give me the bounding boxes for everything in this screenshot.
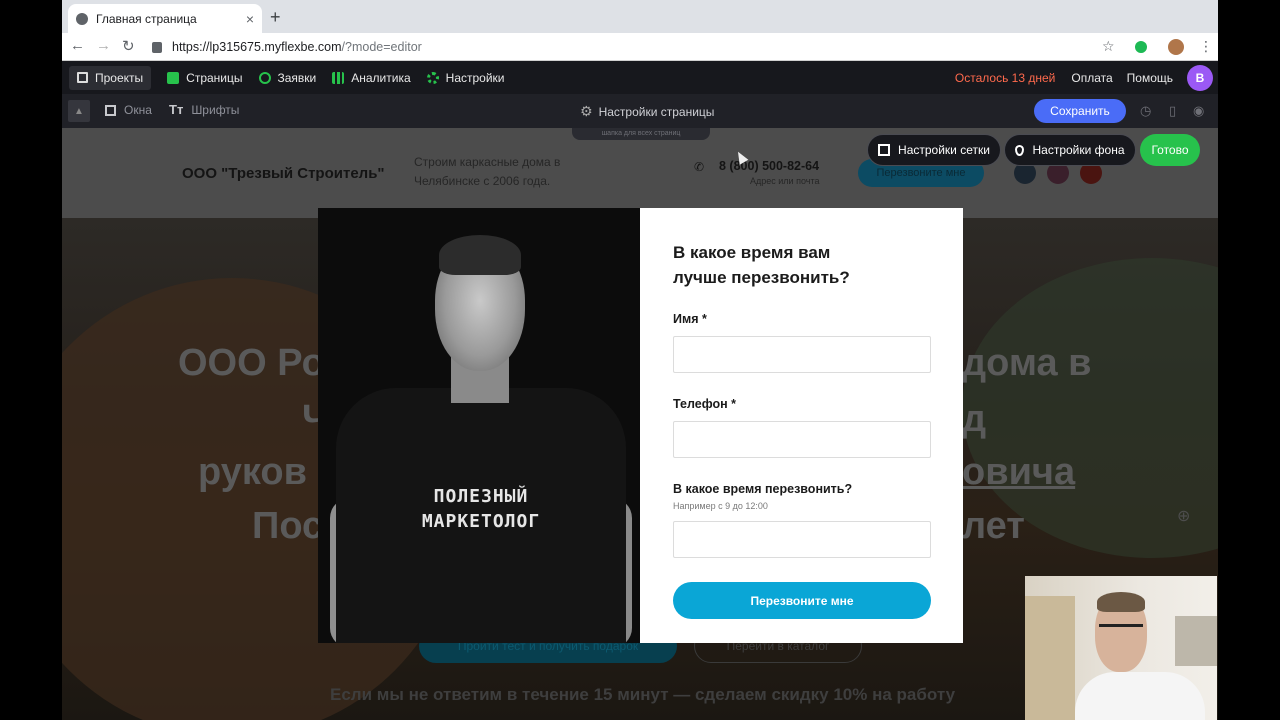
nav-projects-label: Проекты: [95, 70, 144, 85]
grid-settings-label: Настройки сетки: [898, 143, 990, 157]
phone-input[interactable]: [673, 421, 931, 458]
target-icon: [258, 71, 271, 84]
header-phone: 8 (800) 500-82-64: [719, 159, 820, 173]
browser-navbar: ← → ↻ https://lp315675.myflexbe.com /?mo…: [62, 33, 1218, 61]
windows-button[interactable]: Окна: [105, 103, 152, 117]
grid-icon: [878, 144, 891, 156]
extension-icon[interactable]: [1135, 41, 1147, 53]
windows-label: Окна: [124, 103, 152, 117]
hero-title-line4-right: лет: [962, 505, 1025, 547]
bar-chart-icon: [332, 71, 345, 84]
browser-tabstrip: Главная страница × +: [62, 0, 1218, 33]
hero-title-line1-left: ООО Ро: [178, 342, 325, 384]
browser-menu-icon[interactable]: ⋮: [1199, 38, 1213, 55]
gear-icon: [426, 71, 439, 84]
reload-icon[interactable]: ↻: [122, 37, 135, 55]
app-topbar-right: Осталось 13 дней Оплата Помощь В: [955, 61, 1218, 94]
nav-pages[interactable]: Страницы: [167, 70, 243, 85]
trial-remaining[interactable]: Осталось 13 дней: [955, 71, 1055, 85]
header-hint-label: шапка для всех страниц: [572, 128, 710, 140]
user-avatar[interactable]: В: [1187, 64, 1213, 91]
webcam-glasses: [1099, 624, 1143, 634]
back-icon[interactable]: ←: [70, 37, 85, 54]
app-topbar: Проекты Страницы Заявки Аналитика Настро…: [62, 61, 1218, 94]
nav-pages-label: Страницы: [186, 70, 243, 85]
window-icon: [105, 104, 116, 116]
hero-title-line4-left: Пос: [252, 505, 324, 547]
hero-title-line3-left: руков: [198, 451, 307, 493]
callback-modal: ПОЛЕЗНЫЙ МАРКЕТОЛОГ В какое время вам лу…: [318, 208, 963, 643]
photo-hair: [439, 235, 521, 275]
webcam-person-hair: [1097, 592, 1145, 612]
bookmark-star-icon[interactable]: ☆: [1102, 38, 1115, 55]
page-settings-button[interactable]: ⚙ Настройки страницы: [580, 103, 714, 120]
url-host: https://lp315675.myflexbe.com: [172, 40, 342, 54]
fonts-button[interactable]: Tт Шрифты: [169, 102, 239, 117]
shirt-line-1: ПОЛЕЗНЫЙ: [433, 486, 529, 507]
webcam-cabinet: [1025, 596, 1075, 720]
header-address: Адрес или почта: [750, 176, 820, 186]
add-element-plus-icon[interactable]: ⊕: [1177, 506, 1190, 526]
company-tagline: Строим каркасные дома в Челябинске с 200…: [414, 155, 561, 188]
drop-icon: [1015, 144, 1025, 156]
time-hint: Например с 9 до 12:00: [673, 501, 768, 511]
modal-photo: ПОЛЕЗНЫЙ МАРКЕТОЛОГ: [318, 208, 640, 643]
nav-settings-label: Настройки: [445, 70, 505, 85]
browser-tab[interactable]: Главная страница ×: [68, 4, 262, 33]
nav-projects[interactable]: Проекты: [69, 65, 152, 90]
nav-leads-label: Заявки: [277, 70, 317, 85]
payment-link[interactable]: Оплата: [1071, 71, 1112, 85]
company-name: ООО "Трезвый Строитель": [182, 165, 385, 182]
preview-eye-icon[interactable]: ◉: [1193, 103, 1204, 119]
home-icon: [77, 72, 88, 83]
hero-guarantee-text: Если мы не ответим в течение 15 минут — …: [330, 685, 956, 704]
gear-icon: ⚙: [580, 103, 593, 119]
hero-title-line1-right: дома в: [962, 342, 1092, 384]
done-button[interactable]: Готово: [1140, 134, 1200, 166]
mobile-preview-icon[interactable]: ▯: [1169, 103, 1176, 119]
font-icon: Tт: [169, 102, 184, 117]
callback-form: В какое время вам лучше перезвонить? Имя…: [673, 240, 931, 619]
nav-settings[interactable]: Настройки: [426, 70, 505, 85]
profile-avatar[interactable]: [1168, 39, 1184, 55]
new-tab-button[interactable]: +: [270, 7, 281, 28]
nav-analytics[interactable]: Аналитика: [332, 70, 411, 85]
editor-toolbar: ▲ Окна Tт Шрифты ⚙ Настройки страницы Со…: [62, 94, 1218, 128]
address-bar[interactable]: https://lp315675.myflexbe.com /?mode=edi…: [152, 36, 1122, 58]
nav-leads[interactable]: Заявки: [258, 70, 317, 85]
background-settings-label: Настройки фона: [1032, 143, 1125, 157]
page-settings-label: Настройки страницы: [598, 104, 715, 119]
name-input[interactable]: [673, 336, 931, 373]
shirt-line-2: МАРКЕТОЛОГ: [421, 511, 541, 532]
pages-icon: [167, 71, 180, 84]
name-label: Имя *: [673, 312, 707, 326]
webcam-person-body: [1075, 672, 1205, 720]
close-tab-icon[interactable]: ×: [246, 11, 254, 27]
fonts-label: Шрифты: [191, 102, 240, 117]
webcam-shelf: [1175, 616, 1217, 666]
globe-icon: [76, 12, 88, 25]
url-path: /?mode=editor: [341, 40, 422, 54]
time-input[interactable]: [673, 521, 931, 558]
grid-settings-button[interactable]: Настройки сетки: [867, 134, 1001, 166]
tab-title: Главная страница: [96, 11, 197, 26]
modal-title: В какое время вам лучше перезвонить?: [673, 243, 850, 287]
history-icon[interactable]: ◷: [1140, 103, 1151, 119]
forward-icon[interactable]: →: [96, 37, 111, 54]
background-settings-button[interactable]: Настройки фона: [1004, 134, 1136, 166]
help-link[interactable]: Помощь: [1127, 71, 1173, 85]
save-button[interactable]: Сохранить: [1034, 99, 1126, 123]
submit-callback-button[interactable]: Перезвоните мне: [673, 582, 931, 619]
phone-icon: ✆: [694, 160, 705, 174]
collapse-up-icon[interactable]: ▲: [68, 100, 90, 122]
webcam-overlay: [1025, 576, 1217, 720]
hero-title-line3-right: овича: [962, 451, 1076, 493]
phone-label: Телефон *: [673, 397, 736, 411]
hero-title-line2-right: д: [962, 398, 987, 440]
lock-icon: [152, 41, 162, 53]
time-label: В какое время перезвонить?: [673, 482, 853, 496]
nav-analytics-label: Аналитика: [351, 70, 411, 85]
photo-shirt-text: ПОЛЕЗНЫЙ МАРКЕТОЛОГ: [396, 484, 566, 534]
